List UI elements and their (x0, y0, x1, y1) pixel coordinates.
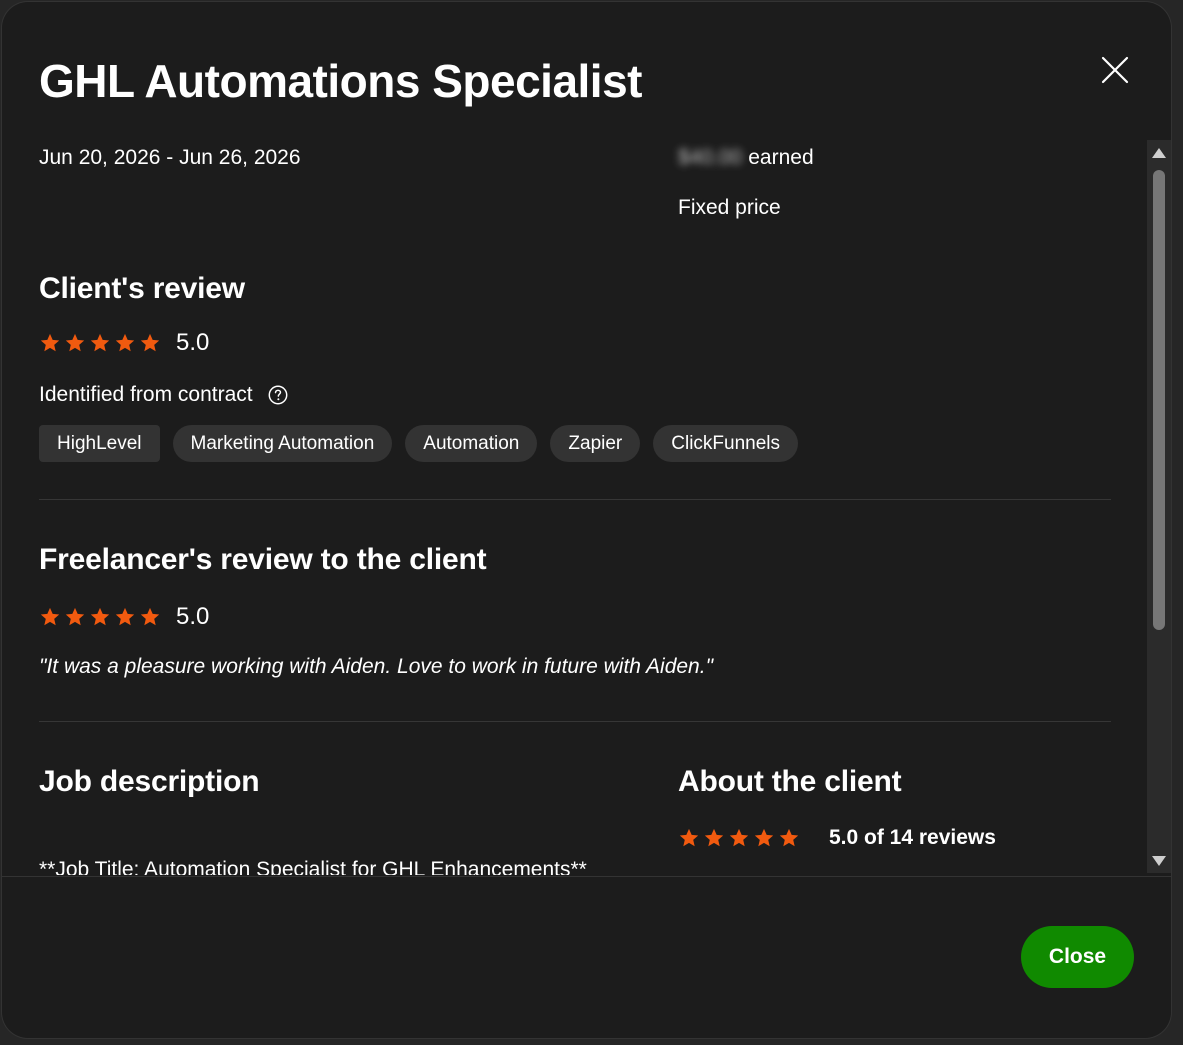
about-client-rating: 5.0 of 14 reviews (678, 826, 996, 850)
modal-scroll-area[interactable]: Jun 20, 2026 - Jun 26, 2026 $40.00 earned… (2, 130, 1171, 875)
star-icon (39, 606, 61, 628)
star-icon (778, 827, 800, 849)
job-description-heading: Job description (39, 765, 260, 798)
footer-divider (2, 876, 1171, 877)
earned-label: earned (748, 146, 814, 169)
about-client-heading: About the client (678, 765, 902, 798)
freelancer-review-quote: "It was a pleasure working with Aiden. L… (39, 655, 714, 678)
about-client-rating-text: 5.0 of 14 reviews (829, 826, 996, 849)
star-icon (139, 606, 161, 628)
star-icon (114, 606, 136, 628)
close-button[interactable]: Close (1021, 926, 1134, 988)
identified-label: Identified from contract (39, 383, 253, 406)
help-icon[interactable] (267, 384, 289, 406)
price-type: Fixed price (678, 196, 781, 219)
section-divider (39, 499, 1111, 500)
star-icon (753, 827, 775, 849)
close-icon[interactable] (1097, 52, 1133, 88)
star-icon (64, 606, 86, 628)
star-icon (39, 332, 61, 354)
client-review-heading: Client's review (39, 272, 245, 305)
skills-list: HighLevel Marketing Automation Automatio… (39, 425, 811, 462)
job-description-text: **Job Title: Automation Specialist for G… (39, 858, 587, 875)
contract-details-modal: GHL Automations Specialist Jun 20, 2026 … (2, 2, 1171, 1038)
skill-chip[interactable]: Marketing Automation (172, 425, 393, 462)
skill-chip[interactable]: Automation (405, 425, 538, 462)
client-review-rating: 5.0 (39, 329, 209, 357)
skill-chip[interactable]: HighLevel (39, 425, 160, 462)
scrollbar-thumb[interactable] (1153, 170, 1165, 630)
freelancer-review-rating-value: 5.0 (176, 603, 210, 630)
scroll-down-arrow-icon[interactable] (1151, 854, 1167, 868)
freelancer-review-rating: 5.0 (39, 603, 209, 631)
star-icon (678, 827, 700, 849)
star-icon (64, 332, 86, 354)
star-icon (114, 332, 136, 354)
star-icon (139, 332, 161, 354)
earned-amount: $40.00 earned (678, 146, 814, 170)
modal-title: GHL Automations Specialist (39, 55, 643, 107)
contract-date-range: Jun 20, 2026 - Jun 26, 2026 (39, 146, 301, 169)
skill-chip[interactable]: Zapier (550, 425, 641, 462)
star-icon (89, 606, 111, 628)
star-icon (728, 827, 750, 849)
skill-chip[interactable]: ClickFunnels (653, 425, 799, 462)
scroll-up-arrow-icon[interactable] (1151, 146, 1167, 160)
earned-amount-value: $40.00 (678, 146, 743, 169)
star-icon (703, 827, 725, 849)
star-icon (89, 332, 111, 354)
identified-from-contract: Identified from contract (39, 383, 289, 407)
freelancer-review-heading: Freelancer's review to the client (39, 543, 487, 576)
section-divider (39, 721, 1111, 722)
client-review-rating-value: 5.0 (176, 329, 210, 356)
scrollbar[interactable] (1147, 140, 1171, 873)
